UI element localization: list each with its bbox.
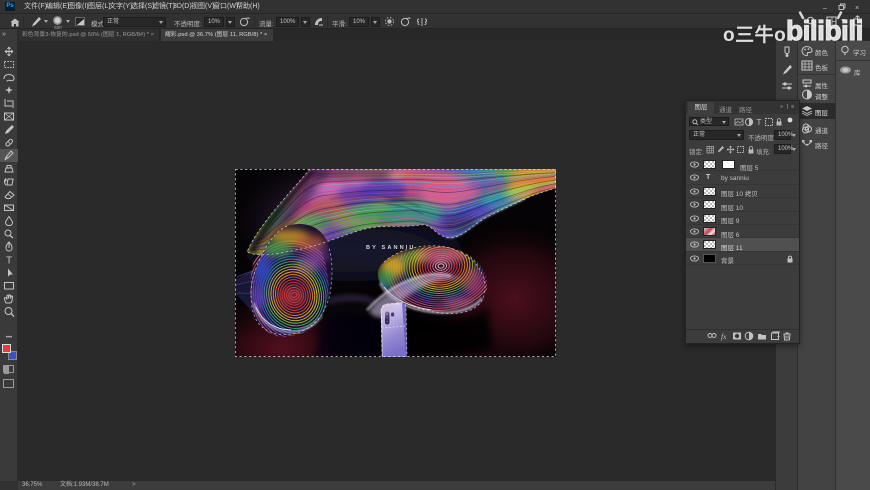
svg-text:T: T	[6, 256, 12, 267]
svg-text:BY SANNIU: BY SANNIU	[366, 245, 416, 251]
svg-text:T: T	[757, 118, 762, 127]
svg-text:fx: fx	[721, 332, 727, 341]
